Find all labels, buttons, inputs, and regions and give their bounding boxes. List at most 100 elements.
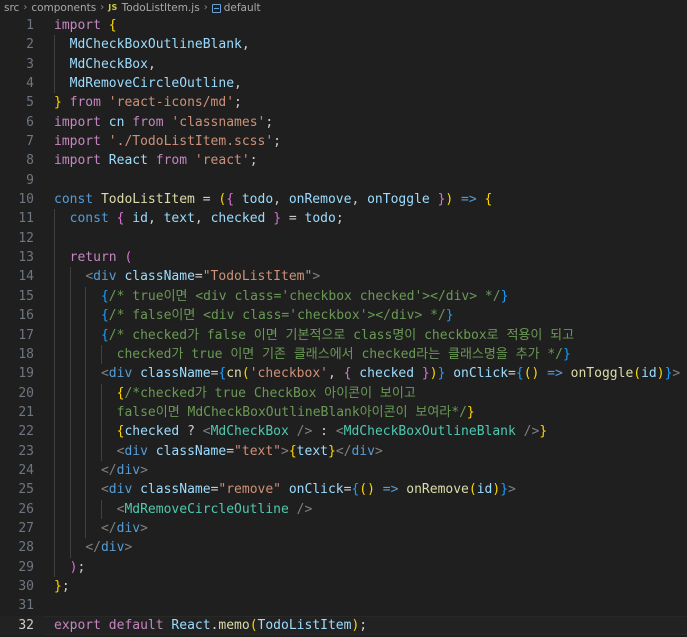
code-token: > [508, 482, 516, 498]
code-editor[interactable]: 1 import {2 MdCheckBoxOutlineBlank, 3 MdCh… [0, 16, 687, 637]
code-line[interactable]: 30}; [0, 577, 687, 596]
line-number: 5 [26, 95, 34, 111]
code-token: () [523, 366, 540, 382]
code-line[interactable]: 2 MdCheckBoxOutlineBlank, [0, 35, 687, 55]
code-line[interactable]: 15 {/* true이면 <div class='checkbox check… [0, 286, 687, 307]
code-line[interactable]: 14 <div className="TodoListItem"> [0, 267, 687, 287]
code-token: { [484, 192, 493, 208]
code-text: return ( [54, 248, 132, 268]
indent-guide [54, 325, 55, 345]
code-token: , [147, 211, 164, 227]
code-token: onClick [453, 366, 509, 382]
breadcrumb: src › components › JS TodoListItem.js › … [0, 0, 687, 16]
line-number: 8 [26, 153, 34, 169]
code-token: MdCheckBox [69, 56, 148, 72]
indent-guide [54, 286, 55, 307]
indent-guide [54, 344, 55, 365]
breadcrumb-item-file[interactable]: TodoListItem.js [122, 0, 200, 16]
code-token: import [54, 134, 101, 150]
code-text: export default React.memo(TodoListItem); [54, 616, 367, 635]
code-token: , [241, 37, 250, 53]
code-line[interactable]: 29 ); [0, 557, 687, 577]
code-line[interactable]: 13 return ( [0, 248, 687, 268]
code-line[interactable]: 18 checked가 true 이면 기존 클래스에서 checked라는 클… [0, 344, 687, 365]
indent-guide [54, 499, 55, 519]
code-token: div [108, 366, 133, 382]
line-number: 23 [18, 443, 34, 459]
indent-guide [69, 460, 71, 481]
code-line[interactable]: 4 MdRemoveCircleOutline, [0, 74, 687, 94]
code-token: , [327, 366, 344, 382]
line-number: 24 [18, 462, 34, 478]
code-line[interactable]: 7 import './TodoListItem.scss'; [0, 132, 687, 151]
breadcrumb-item-components[interactable]: components [31, 0, 96, 16]
indent-guide [54, 422, 55, 442]
code-line[interactable]: 26 <MdRemoveCircleOutline /> [0, 499, 687, 519]
indent-guide [69, 480, 71, 500]
code-token: TodoListItem [257, 617, 352, 633]
code-token: /* false이면 <div class='checkbox'></div> … [108, 308, 446, 324]
line-number: 31 [18, 598, 34, 614]
code-text [54, 228, 70, 249]
code-token: ) [429, 366, 438, 382]
code-line[interactable]: 11 const { id, text, checked } = todo; [0, 209, 687, 229]
indent-guide [85, 383, 87, 403]
code-line[interactable]: 21 false이면 MdCheckBoxOutlineBlank아이콘이 보여… [0, 402, 687, 423]
code-token: > [374, 443, 383, 459]
code-line[interactable]: 27 </div> [0, 518, 687, 539]
indent-guide [85, 518, 87, 539]
code-token: const [69, 211, 109, 227]
code-token: MdCheckBoxOutlineBlank [69, 37, 242, 53]
code-token: "remove" [218, 482, 282, 498]
code-line[interactable]: 25 <div className="remove" onClick={() =… [0, 480, 687, 500]
code-token: onRemove [288, 192, 352, 208]
code-line[interactable]: 22 {checked ? <MdCheckBox /> : <MdCheckB… [0, 422, 687, 442]
indent-guide [85, 441, 87, 461]
code-token: text [296, 443, 328, 459]
code-line[interactable]: 8 import React from 'react'; [0, 151, 687, 170]
symbol-variable-icon [211, 3, 221, 13]
code-line[interactable]: 12 [0, 228, 687, 249]
code-token: } [327, 443, 336, 459]
code-line[interactable]: 19 <div className={cn('checkbox', { chec… [0, 364, 687, 384]
code-token: } [500, 288, 509, 304]
code-line[interactable]: 24 </div> [0, 460, 687, 481]
code-line[interactable]: 31 [0, 596, 687, 615]
code-line[interactable]: 17 {/* checked가 false 이면 기본적으로 class명이 c… [0, 325, 687, 345]
code-token: id [641, 366, 657, 382]
chevron-right-icon: › [100, 2, 105, 13]
code-line[interactable]: 28 </div> [0, 538, 687, 558]
code-text: MdCheckBoxOutlineBlank, [54, 35, 250, 55]
breadcrumb-item-src[interactable]: src [4, 0, 19, 16]
code-line[interactable]: 20 {/*checked가 true CheckBox 아이콘이 보이고 [0, 383, 687, 403]
code-line[interactable]: 16 {/* false이면 <div class='checkbox'></d… [0, 306, 687, 326]
code-line[interactable]: 1 import { [0, 16, 687, 35]
indent-guide [54, 74, 55, 94]
code-line[interactable]: 32 export default React.memo(TodoListItem… [0, 615, 687, 636]
code-token: div [116, 520, 141, 536]
indent-guide [85, 344, 87, 365]
breadcrumb-item-symbol[interactable]: default [224, 0, 261, 16]
code-line[interactable]: 9 [0, 171, 687, 190]
code-line[interactable]: 3 MdCheckBox, [0, 54, 687, 75]
code-token: } [54, 578, 62, 594]
code-line[interactable]: 5} from 'react-icons/md'; [0, 93, 687, 112]
code-line[interactable]: 23 <div className="text">{text}</div> [0, 441, 687, 461]
indent-guide [54, 248, 55, 268]
code-token: checked가 true 이면 기존 클래스에서 checked라는 클래스명… [116, 346, 564, 362]
code-token: 'react' [194, 153, 250, 169]
code-token: => [461, 192, 477, 208]
code-line[interactable]: 6 import cn from 'classnames'; [0, 113, 687, 132]
code-line[interactable]: 10 const TodoListItem = ({ todo, onRemove… [0, 190, 687, 209]
